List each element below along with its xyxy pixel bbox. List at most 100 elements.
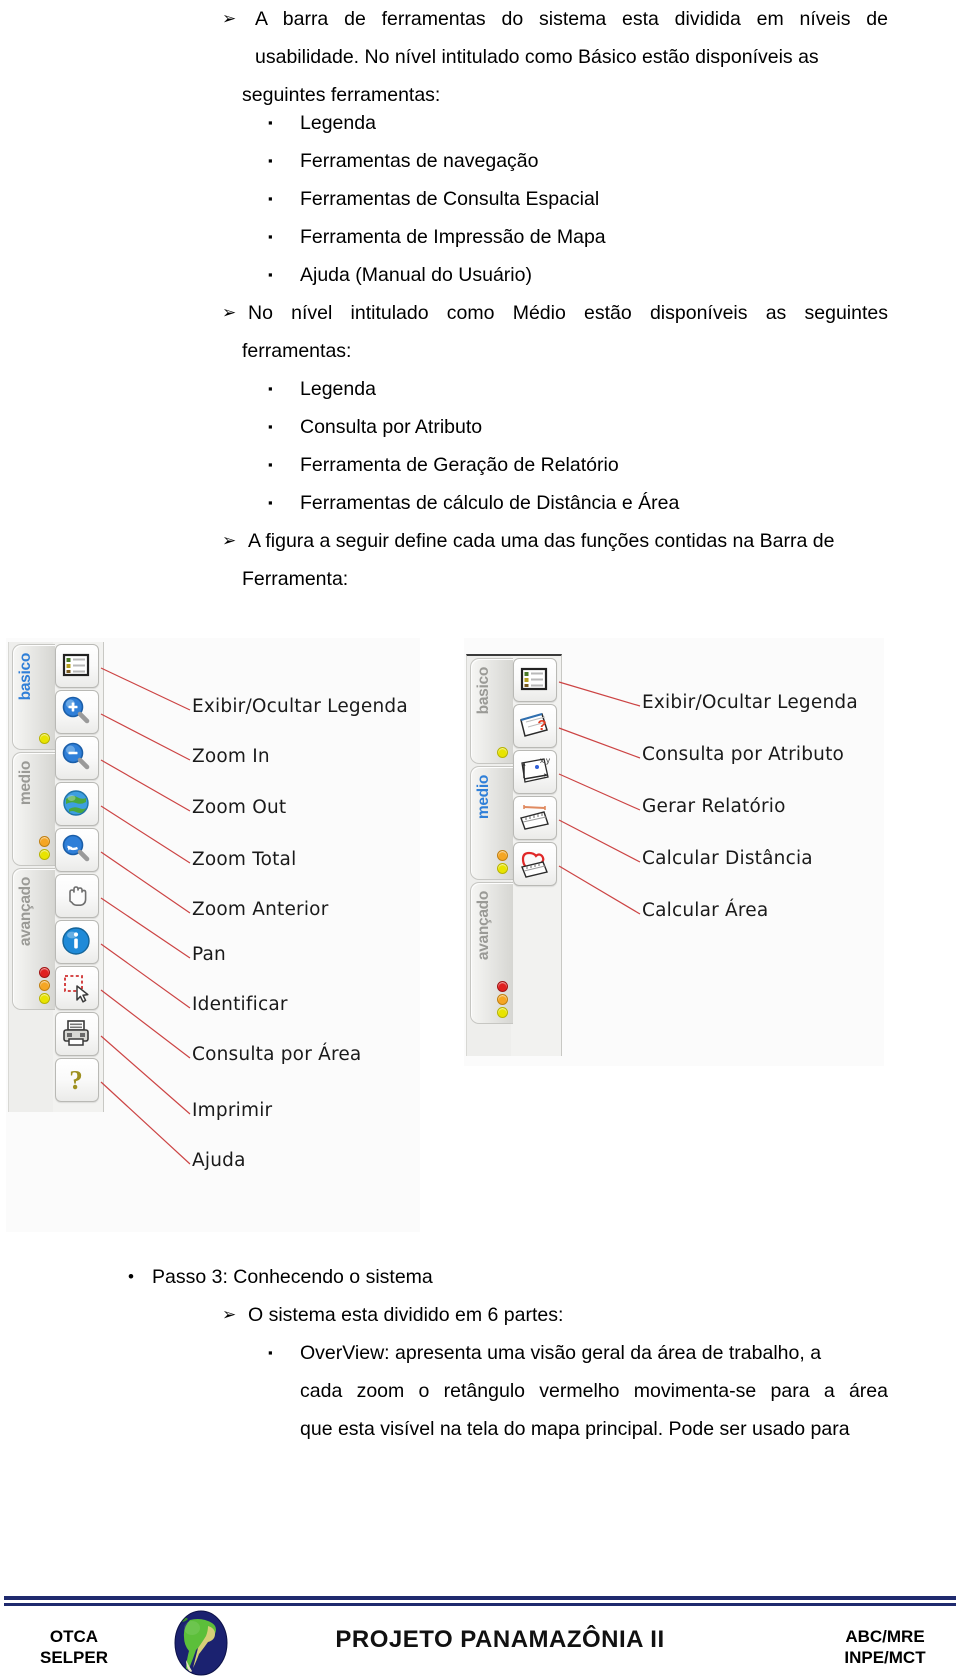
tab-medio-dots-right	[497, 848, 509, 874]
p5-line2-text: cada zoom o retângulo vermelho movimenta…	[300, 1380, 888, 1402]
dot-yellow	[497, 747, 508, 758]
basic-tool-4: Ferramenta de Impressão de Mapa	[300, 226, 606, 248]
svg-text:?: ?	[69, 1065, 83, 1095]
dot-orange	[497, 994, 508, 1005]
p1-line-1: A barra de ferramentas do sistema esta d…	[255, 8, 888, 30]
bullet-dot-1: •	[128, 1267, 134, 1286]
button-zoom-total-left[interactable]	[55, 782, 99, 826]
tab-basico-label-left: basico	[17, 653, 34, 701]
overview-emphasis: OverView	[300, 1342, 385, 1364]
p5-line-1: OverView: apresenta uma visão geral da á…	[300, 1334, 821, 1372]
p2-post: estão disponíveis as seguintes	[565, 302, 888, 324]
button-attribute-query-right[interactable]: ?	[513, 704, 557, 748]
p3-line-2: Ferramenta:	[242, 568, 349, 590]
tab-medio-left[interactable]: medio	[12, 752, 55, 866]
p4-passo3: Passo 3: Conhecendo o sistema	[152, 1266, 433, 1288]
tab-medio-dots-left	[39, 834, 51, 860]
dot-orange	[39, 836, 50, 847]
fig-label-right-5: Calcular Área	[642, 900, 769, 921]
tab-avancado-left[interactable]: avançado	[12, 868, 55, 1010]
bullet-square-b3: ▪	[268, 191, 273, 206]
dot-yellow	[39, 733, 50, 744]
medium-tool-1: Legenda	[300, 378, 376, 400]
fig-label-left-4: Zoom Total	[192, 849, 297, 870]
tab-avancado-dots-left	[39, 965, 51, 1004]
p2-pre: No nível intitulado como	[248, 302, 513, 324]
p2-line-1: No nível intitulado como Médio estão dis…	[248, 294, 888, 332]
tab-basico-dots-left	[39, 731, 51, 744]
paragraph-medium-level: No nível intitulado como Médio estão dis…	[248, 294, 888, 332]
button-help-left[interactable]: ?	[55, 1058, 99, 1102]
dot-yellow	[39, 849, 50, 860]
medium-tool-4: Ferramentas de cálculo de Distância e Ár…	[300, 492, 680, 514]
tab-avancado-right[interactable]: avançado	[470, 882, 513, 1024]
bullet-arrow-3: ➢	[222, 531, 237, 550]
tab-basico-left[interactable]: basico	[12, 644, 55, 750]
p5-line-3: que esta visível na tela do mapa princip…	[300, 1418, 850, 1440]
svg-text:?: ?	[537, 717, 546, 734]
button-pan-left[interactable]	[55, 874, 99, 918]
basic-tool-1: Legenda	[300, 112, 376, 134]
button-zoom-out-left[interactable]	[55, 736, 99, 780]
tab-basico-dots-right	[497, 745, 509, 758]
footer-rule-top	[4, 1596, 956, 1600]
tab-medio-right[interactable]: medio	[470, 766, 513, 880]
basic-tool-3: Ferramentas de Consulta Espacial	[300, 188, 600, 210]
footer-left-org: OTCA SELPER	[39, 1627, 109, 1667]
fig-label-right-2: Consulta por Atributo	[642, 744, 845, 765]
bullet-square-b1: ▪	[268, 115, 273, 130]
dot-yellow	[497, 863, 508, 874]
tab-medio-label-right: medio	[475, 775, 492, 820]
bullet-square-b2: ▪	[268, 153, 273, 168]
p5-line1-post: : apresenta uma visão geral da área de t…	[384, 1342, 822, 1364]
footer-rule-bottom	[4, 1603, 956, 1606]
tab-basico-label-right: basico	[475, 667, 492, 715]
button-identify-left[interactable]	[55, 920, 99, 964]
button-legend-left[interactable]	[55, 644, 99, 688]
paragraph-toolbar-levels: A barra de ferramentas do sistema esta d…	[255, 0, 888, 76]
dot-yellow	[497, 1007, 508, 1018]
svg-text:x: x	[540, 756, 544, 765]
bullet-square-m3: ▪	[268, 457, 273, 472]
fig-label-right-1: Exibir/Ocultar Legenda	[642, 692, 858, 713]
dot-yellow	[39, 993, 50, 1004]
bullet-arrow-1: ➢	[222, 9, 237, 28]
bullet-arrow-2: ➢	[222, 303, 237, 322]
bullet-square-m4: ▪	[268, 495, 273, 510]
button-zoom-in-left[interactable]	[55, 690, 99, 734]
p2-line-2: ferramentas:	[242, 340, 352, 362]
medium-tool-3: Ferramenta de Geração de Relatório	[300, 454, 619, 476]
p1-basico-emphasis: Básico	[578, 46, 637, 68]
toolbar-basico-widget: basico medio avançado ?	[8, 642, 104, 1112]
fig-label-right-4: Calcular Distância	[642, 848, 813, 869]
tab-avancado-dots-right	[497, 979, 509, 1018]
p1-line2-pre: usabilidade. No nível intitulado como	[255, 46, 579, 68]
fig-label-left-2: Zoom In	[192, 746, 270, 767]
fig-label-left-1: Exibir/Ocultar Legenda	[192, 696, 408, 717]
tab-medio-label-left: medio	[17, 761, 34, 806]
bullet-square-b5: ▪	[268, 267, 273, 282]
page-footer: OTCA SELPER PROJETO PANAMAZÔNIA II ABC/M…	[0, 1596, 960, 1680]
tab-basico-right[interactable]: basico	[470, 658, 513, 764]
p1-line-2: usabilidade. No nível intitulado como Bá…	[255, 38, 888, 76]
fig-label-left-6: Pan	[192, 944, 226, 965]
bullet-arrow-4: ➢	[222, 1305, 237, 1324]
dot-red	[39, 967, 50, 978]
dot-orange	[497, 850, 508, 861]
svg-text:y: y	[546, 756, 550, 765]
button-print-left[interactable]	[55, 1012, 99, 1056]
button-measure-distance-right[interactable]	[513, 796, 557, 840]
button-legend-right[interactable]	[513, 658, 557, 702]
dot-orange	[39, 980, 50, 991]
button-xy-graph-right[interactable]: x y	[513, 750, 557, 794]
south-america-globe-logo	[174, 1610, 228, 1676]
p5-line-2: cada zoom o retângulo vermelho movimenta…	[300, 1372, 888, 1410]
fig-label-left-9: Imprimir	[192, 1100, 273, 1121]
button-zoom-previous-left[interactable]	[55, 828, 99, 872]
button-select-area-left[interactable]	[55, 966, 99, 1010]
fig-label-left-3: Zoom Out	[192, 797, 287, 818]
button-measure-area-right[interactable]	[513, 842, 557, 886]
p4-sistema-partes: O sistema esta dividido em 6 partes:	[248, 1304, 564, 1326]
toolbar-figure: basico medio avançado ? basico medio ava…	[0, 638, 960, 1238]
footer-right-org: ABC/MRE INPE/MCT	[844, 1627, 926, 1667]
